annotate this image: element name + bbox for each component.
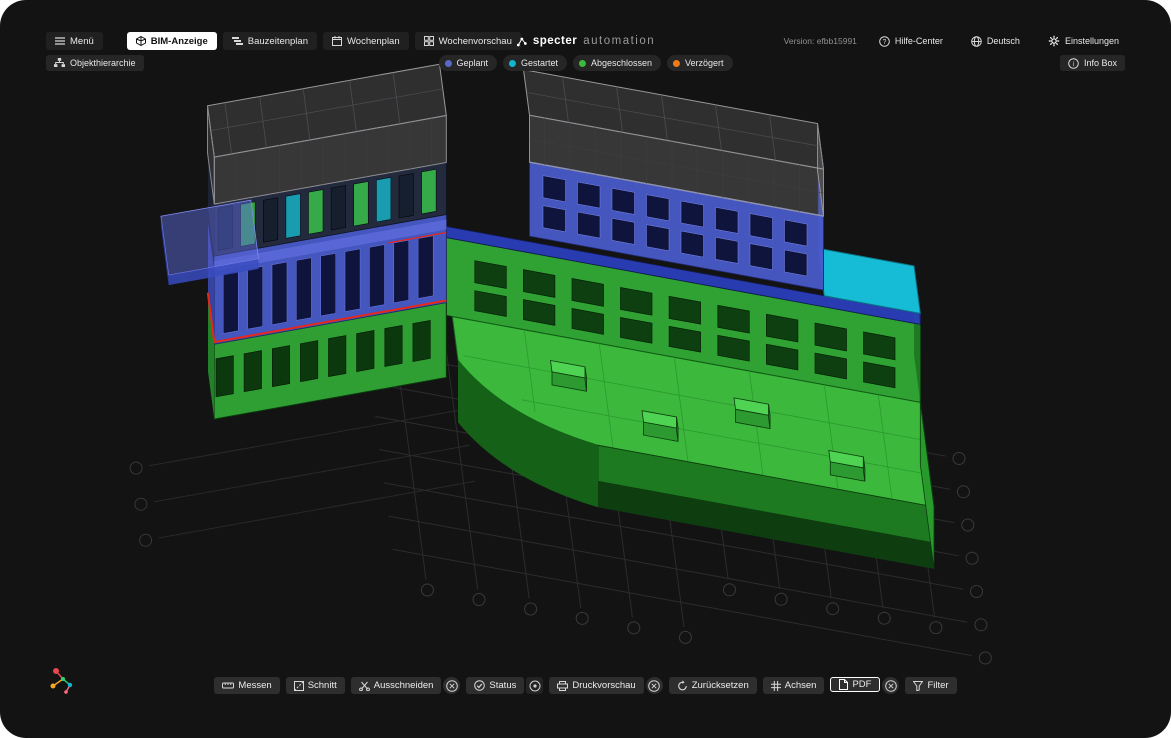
close-icon <box>446 680 458 692</box>
settings-button[interactable]: Einstellungen <box>1042 34 1125 48</box>
calendar-icon <box>332 36 342 46</box>
filter-button[interactable]: Filter <box>905 677 956 694</box>
status-dot <box>444 60 451 67</box>
tab-bauzeitenplan[interactable]: Bauzeitenplan <box>223 32 317 50</box>
language-button[interactable]: Deutsch <box>965 35 1026 48</box>
info-box-button[interactable]: i Info Box <box>1060 55 1125 71</box>
button-label: Status <box>489 680 516 691</box>
toggle-dot-icon <box>529 680 541 692</box>
legend-item-gestartet[interactable]: Gestartet <box>503 55 567 71</box>
top-right-controls: Version: efbb15991 ? Hilfe-Center Deutsc… <box>784 34 1125 48</box>
tab-label: Wochenplan <box>347 36 400 47</box>
cut-close-button[interactable] <box>443 677 460 694</box>
tab-label: Bauzeitenplan <box>248 36 308 47</box>
info-box-label: Info Box <box>1084 58 1117 68</box>
measure-button[interactable]: Messen <box>214 677 279 694</box>
axes-button[interactable]: Achsen <box>763 677 825 694</box>
button-label: Schnitt <box>308 680 337 691</box>
app-window: Menü BIM-Anzeige Bauzeitenplan Wochenpla… <box>0 0 1171 738</box>
pdf-button[interactable]: PDF <box>830 677 880 692</box>
section-icon <box>294 681 304 691</box>
filter-icon <box>913 681 923 691</box>
status-toggle-button[interactable] <box>526 677 543 694</box>
language-label: Deutsch <box>987 36 1020 46</box>
svg-text:?: ? <box>882 39 886 46</box>
legend-label: Abgeschlossen <box>591 58 652 68</box>
status-dot <box>509 60 516 67</box>
pdf-close-button[interactable] <box>882 677 899 694</box>
button-label: Ausschneiden <box>374 680 434 691</box>
scissors-icon <box>359 681 370 691</box>
legend-item-geplant[interactable]: Geplant <box>438 55 497 71</box>
status-button[interactable]: Status <box>466 677 524 694</box>
info-icon: i <box>1068 58 1079 69</box>
settings-label: Einstellungen <box>1065 36 1119 46</box>
nav-tabs: Menü BIM-Anzeige Bauzeitenplan Wochenpla… <box>46 32 521 50</box>
legend-item-verzoegert[interactable]: Verzögert <box>667 55 733 71</box>
brand-name: specter <box>533 35 577 47</box>
viewer-toolbar: Messen Schnitt Ausschneiden Status <box>0 677 1171 694</box>
svg-text:i: i <box>1072 60 1074 68</box>
help-center-button[interactable]: ? Hilfe-Center <box>873 35 949 48</box>
print-preview-button[interactable]: Druckvorschau <box>549 677 643 694</box>
status-check-icon <box>474 680 485 691</box>
close-icon <box>885 680 897 692</box>
reset-button[interactable]: Zurücksetzen <box>669 677 757 694</box>
tab-wochenplan[interactable]: Wochenplan <box>323 32 409 50</box>
tab-wochenvorschau[interactable]: Wochenvorschau <box>415 32 521 50</box>
status-legend: Geplant Gestartet Abgeschlossen Verzöger… <box>438 55 732 71</box>
bim-model-3d[interactable] <box>0 0 1171 738</box>
button-label: Messen <box>238 680 271 691</box>
pdf-icon <box>839 679 848 690</box>
top-bar: Menü BIM-Anzeige Bauzeitenplan Wochenpla… <box>0 31 1171 51</box>
button-label: Filter <box>927 680 948 691</box>
gantt-icon <box>232 36 243 46</box>
button-label: Zurücksetzen <box>692 680 749 691</box>
print-preview-close-button[interactable] <box>646 677 663 694</box>
legend-item-abgeschlossen[interactable]: Abgeschlossen <box>573 55 661 71</box>
tab-label: BIM-Anzeige <box>151 36 208 47</box>
reset-icon <box>677 680 688 691</box>
grid-4-icon <box>424 36 434 46</box>
section-button[interactable]: Schnitt <box>286 677 345 694</box>
tab-label: Wochenvorschau <box>439 36 512 47</box>
printer-icon <box>557 681 568 691</box>
legend-label: Gestartet <box>521 58 558 68</box>
menu-icon <box>55 37 65 45</box>
version-text: Version: efbb15991 <box>784 36 857 46</box>
help-label: Hilfe-Center <box>895 36 943 46</box>
button-label: Druckvorschau <box>572 680 635 691</box>
menu-label: Menü <box>70 36 94 47</box>
brand: specter automation <box>516 31 655 51</box>
object-hierarchy-label: Objekthierarchie <box>70 58 136 68</box>
legend-label: Geplant <box>456 58 488 68</box>
menu-button[interactable]: Menü <box>46 32 103 50</box>
button-label: Achsen <box>785 680 817 691</box>
specter-logo <box>46 665 80 702</box>
legend-label: Verzögert <box>685 58 724 68</box>
hierarchy-icon <box>54 58 65 68</box>
close-icon <box>648 680 660 692</box>
brand-mark-icon <box>516 36 527 47</box>
tab-bim-anzeige[interactable]: BIM-Anzeige <box>127 32 217 50</box>
globe-icon <box>971 36 982 47</box>
overlay-bar: Objekthierarchie Geplant Gestartet Abges… <box>46 55 1125 71</box>
bim-cube-icon <box>136 36 146 46</box>
button-label: PDF <box>852 679 871 690</box>
axes-grid-icon <box>771 681 781 691</box>
ruler-icon <box>222 681 234 690</box>
brand-suffix: automation <box>583 35 655 47</box>
viewer-canvas[interactable] <box>0 0 1171 738</box>
status-dot <box>673 60 680 67</box>
help-icon: ? <box>879 36 890 47</box>
status-dot <box>579 60 586 67</box>
gear-icon <box>1048 35 1060 47</box>
cut-button[interactable]: Ausschneiden <box>351 677 442 694</box>
object-hierarchy-button[interactable]: Objekthierarchie <box>46 55 144 71</box>
